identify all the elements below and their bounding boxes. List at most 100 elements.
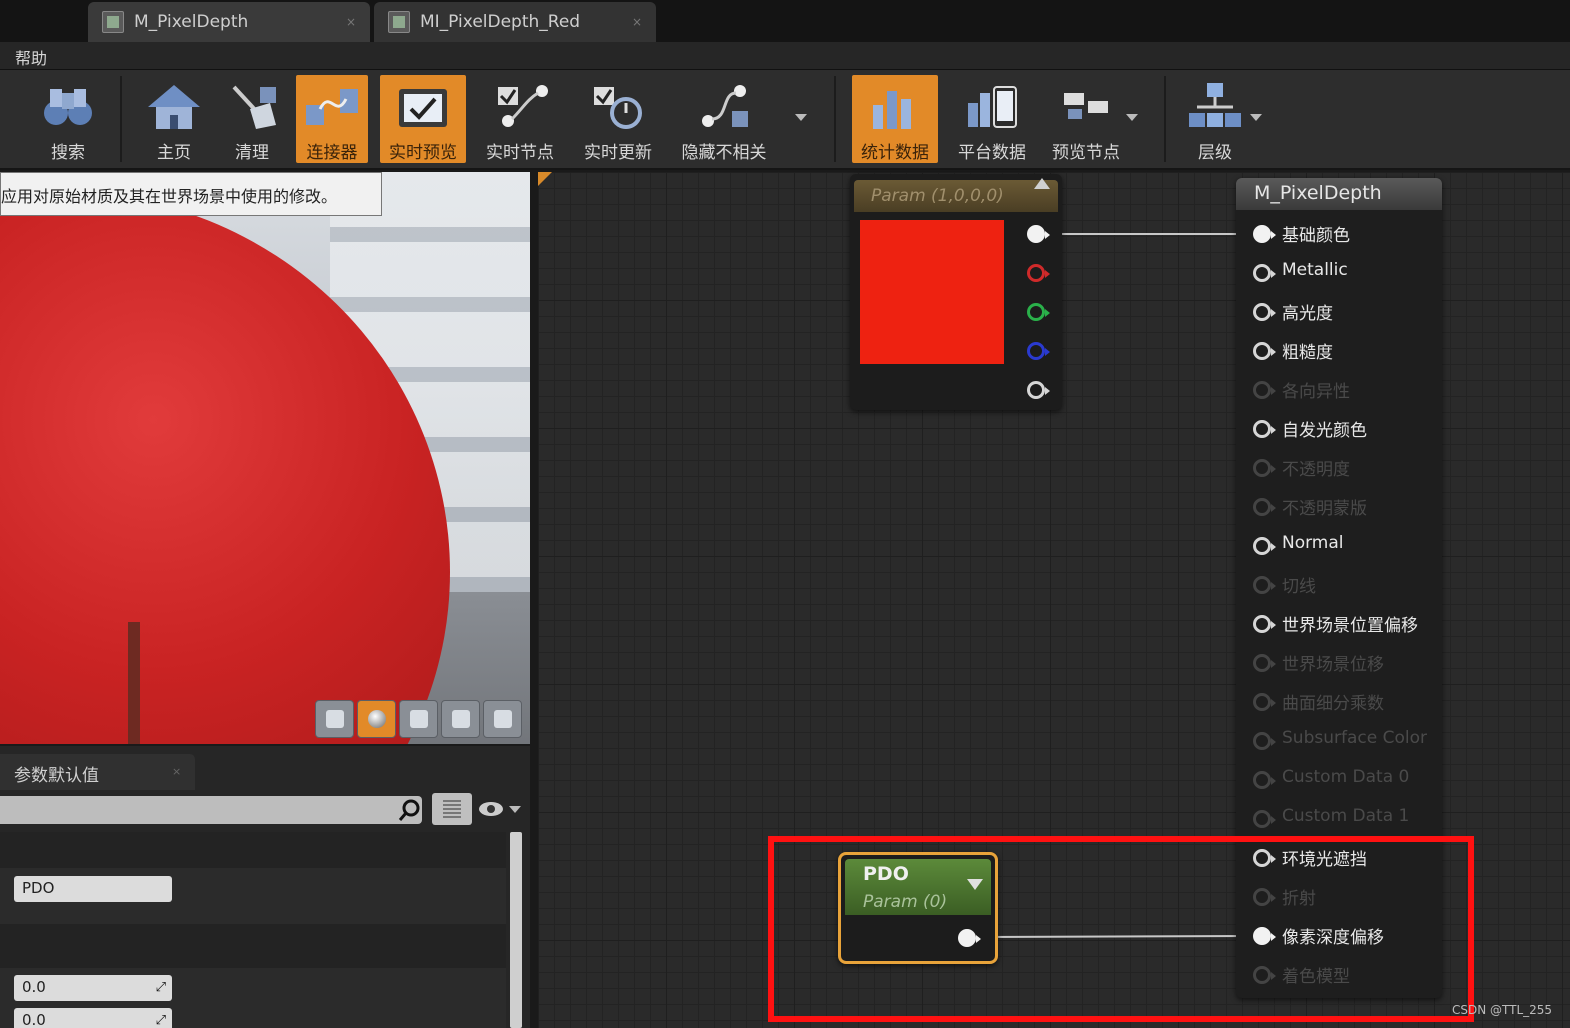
stats-button[interactable]: 统计数据 — [852, 75, 938, 163]
search-button[interactable]: 搜索 — [30, 75, 106, 163]
tab-parameter-defaults[interactable]: 参数默认值 × — [0, 754, 195, 790]
plane-shape-button[interactable] — [399, 700, 438, 738]
material-input-row[interactable]: Custom Data 0 — [1236, 761, 1442, 800]
live-preview-button[interactable]: 实时预览 — [380, 75, 466, 163]
expand-arrows-icon[interactable]: ⤢ — [156, 980, 166, 995]
platform-stats-button[interactable]: 平台数据 — [952, 75, 1032, 163]
output-pin-a[interactable] — [1027, 381, 1050, 399]
expand-arrows-icon[interactable]: ⤢ — [156, 1013, 166, 1028]
chevron-down-icon[interactable] — [1250, 114, 1262, 121]
material-input-row[interactable]: 各向异性 — [1236, 371, 1442, 410]
hierarchy-icon — [1189, 83, 1241, 127]
material-input-row[interactable]: 高光度 — [1236, 293, 1442, 332]
tv-check-icon — [399, 89, 447, 127]
tab-label: M_PixelDepth — [134, 12, 249, 32]
field-value: PDO — [22, 879, 55, 897]
material-input-row[interactable]: 曲面细分乘数 — [1236, 683, 1442, 722]
input-pin[interactable] — [1253, 342, 1276, 360]
material-input-row[interactable]: 不透明蒙版 — [1236, 488, 1442, 527]
hierarchy-button[interactable]: 层级 — [1180, 75, 1250, 163]
material-preview-viewport[interactable]: 应用对原始材质及其在世界场景中使用的修改。 — [0, 172, 530, 744]
parameter-name-field[interactable]: PDO — [14, 876, 172, 902]
node-header: Param (1,0,0,0) — [854, 180, 1058, 212]
connectors-button[interactable]: 连接器 — [296, 75, 368, 163]
default-value-field[interactable]: 0.0 ⤢ — [14, 975, 172, 1001]
tab-mi-pixeldepth-red[interactable]: MI_PixelDepth_Red × — [374, 2, 656, 42]
clean-button[interactable]: 清理 — [214, 75, 290, 163]
output-pin-rgb[interactable] — [1027, 225, 1050, 243]
output-pin-b[interactable] — [1027, 342, 1050, 360]
material-input-row[interactable]: Metallic — [1236, 254, 1442, 293]
live-nodes-icon — [498, 85, 548, 127]
cube-shape-button[interactable] — [441, 700, 480, 738]
material-input-row[interactable]: Normal — [1236, 527, 1442, 566]
tab-label: 参数默认值 — [14, 766, 99, 786]
input-pin[interactable] — [1253, 420, 1276, 438]
input-pin[interactable] — [1253, 225, 1276, 243]
input-pin[interactable] — [1253, 537, 1276, 555]
material-input-row[interactable]: 基础颜色 — [1236, 215, 1442, 254]
slider-min-field[interactable]: 0.0 ⤢ — [14, 1008, 172, 1028]
preview-stick — [128, 622, 140, 744]
custom-mesh-button[interactable] — [483, 700, 522, 738]
close-icon[interactable]: × — [346, 15, 356, 29]
input-pin[interactable] — [1253, 264, 1276, 282]
input-pin[interactable] — [1253, 615, 1276, 633]
preview-node-button[interactable]: 预览节点 — [1046, 75, 1126, 163]
input-pin[interactable] — [1253, 381, 1276, 399]
input-pin[interactable] — [1253, 576, 1276, 594]
toolbar-label: 实时节点 — [486, 143, 554, 163]
field-value: 0.0 — [22, 1011, 46, 1028]
watermark: CSDN @TTL_255 — [1452, 1003, 1553, 1017]
view-options-grid-button[interactable] — [432, 793, 472, 825]
param-vector-node[interactable]: Param (1,0,0,0) — [850, 174, 1062, 410]
material-input-row[interactable]: 不透明度 — [1236, 449, 1442, 488]
input-pin[interactable] — [1253, 654, 1276, 672]
details-search-input[interactable] — [0, 796, 422, 824]
preview-shape-buttons — [315, 700, 522, 738]
material-input-row[interactable]: 粗糙度 — [1236, 332, 1442, 371]
chevron-down-icon[interactable] — [1126, 114, 1138, 121]
toolbar-separator — [120, 76, 122, 162]
sphere-shape-button[interactable] — [357, 700, 396, 738]
input-label: 基础颜色 — [1282, 226, 1350, 246]
tab-label: MI_PixelDepth_Red — [420, 12, 581, 32]
toolbar-label: 实时更新 — [584, 143, 652, 163]
material-input-row[interactable]: 世界场景位移 — [1236, 644, 1442, 683]
input-label: 世界场景位移 — [1282, 655, 1384, 675]
input-pin[interactable] — [1253, 771, 1276, 789]
live-nodes-button[interactable]: 实时节点 — [480, 75, 560, 163]
input-label: 高光度 — [1282, 304, 1333, 324]
stats-icon — [873, 91, 911, 129]
output-pin-r[interactable] — [1027, 264, 1050, 282]
output-pin-g[interactable] — [1027, 303, 1050, 321]
material-input-row[interactable]: Custom Data 1 — [1236, 800, 1442, 839]
chevron-down-icon[interactable] — [795, 114, 807, 121]
input-pin[interactable] — [1253, 498, 1276, 516]
input-pin[interactable] — [1253, 303, 1276, 321]
collapse-arrow-icon[interactable] — [1034, 178, 1050, 189]
input-pin[interactable] — [1253, 810, 1276, 828]
input-label: 粗糙度 — [1282, 343, 1333, 363]
input-pin[interactable] — [1253, 693, 1276, 711]
material-input-row[interactable]: Subsurface Color — [1236, 722, 1442, 761]
live-update-button[interactable]: 实时更新 — [578, 75, 658, 163]
chevron-down-icon[interactable] — [509, 806, 521, 813]
details-scrollbar[interactable] — [510, 832, 522, 1028]
toolbar-label: 隐藏不相关 — [681, 143, 767, 163]
material-instance-icon — [388, 11, 410, 33]
input-pin[interactable] — [1253, 732, 1276, 750]
tab-m-pixeldepth[interactable]: M_PixelDepth × — [88, 2, 370, 42]
material-input-row[interactable]: 自发光颜色 — [1236, 410, 1442, 449]
toolbar-label: 实时预览 — [389, 143, 457, 163]
hide-unrelated-button[interactable]: 隐藏不相关 — [676, 75, 772, 163]
menu-help[interactable]: 帮助 — [15, 45, 47, 69]
material-input-row[interactable]: 切线 — [1236, 566, 1442, 605]
close-icon[interactable]: × — [632, 15, 642, 29]
close-icon[interactable]: × — [172, 765, 181, 778]
eye-icon[interactable] — [478, 801, 504, 817]
cylinder-shape-button[interactable] — [315, 700, 354, 738]
material-input-row[interactable]: 世界场景位置偏移 — [1236, 605, 1442, 644]
home-button[interactable]: 主页 — [136, 75, 212, 163]
input-pin[interactable] — [1253, 459, 1276, 477]
